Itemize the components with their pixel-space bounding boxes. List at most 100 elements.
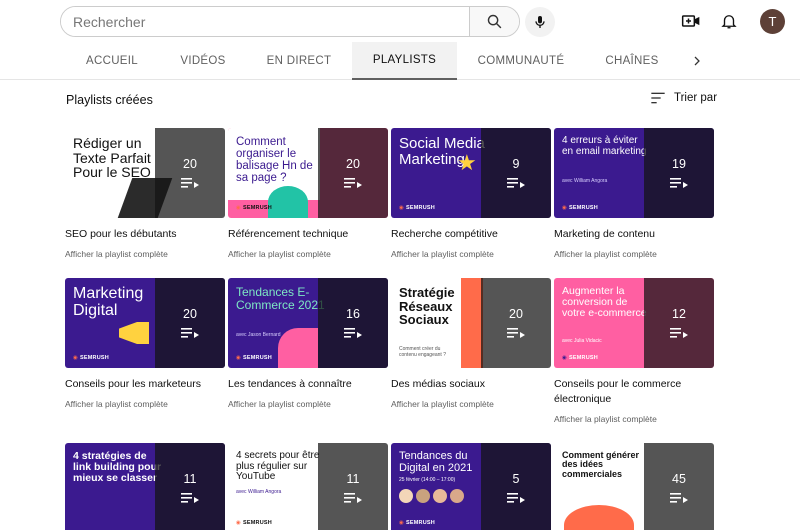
megaphone-icon	[119, 322, 149, 344]
sort-icon	[651, 92, 665, 104]
semrush-logo: ◉ SEMRUSH	[562, 355, 598, 361]
thumbnail-subtitle: avec William Angora	[236, 489, 282, 495]
voice-search-button[interactable]	[525, 7, 555, 37]
playlist-card[interactable]: Stratégie Réseaux Sociaux Comment créer …	[391, 278, 551, 409]
semrush-logo: ◉ SEMRUSH	[236, 355, 272, 361]
video-count: 11	[346, 472, 360, 486]
playlist-card[interactable]: Marketing Digital ◉ SEMRUSH 20 Conseils p…	[65, 278, 225, 409]
view-full-playlist-link[interactable]: Afficher la playlist complète	[554, 249, 714, 259]
playlist-play-icon	[507, 493, 525, 503]
playlist-overlay: 11	[318, 443, 388, 530]
playlist-title[interactable]: Recherche compétitive	[391, 227, 551, 242]
notifications-button[interactable]	[718, 10, 740, 32]
thumbnail-title: Tendances E-Commerce 2021	[236, 285, 325, 312]
tab-en-direct[interactable]: EN DIRECT	[250, 42, 348, 80]
tab-communaute[interactable]: COMMUNAUTÉ	[466, 42, 576, 80]
create-video-button[interactable]	[680, 10, 702, 32]
semrush-logo: ◉ SEMRUSH	[73, 355, 109, 361]
view-full-playlist-link[interactable]: Afficher la playlist complète	[391, 249, 551, 259]
playlist-thumbnail[interactable]: 4 stratégies de link building pour mieux…	[65, 443, 225, 530]
view-full-playlist-link[interactable]: Afficher la playlist complète	[391, 399, 551, 409]
speaker-avatars	[399, 489, 464, 503]
thumbnail-title: Rédiger un Texte Parfait Pour le SEO	[73, 135, 151, 181]
playlist-thumbnail[interactable]: Tendances E-Commerce 2021 avec Jason Ber…	[228, 278, 388, 368]
tab-playlists[interactable]: PLAYLISTS	[352, 42, 457, 80]
playlist-card[interactable]: Comment organiser le balisage Hn de sa p…	[228, 128, 388, 259]
view-full-playlist-link[interactable]: Afficher la playlist complète	[554, 414, 714, 424]
tabs-next-button[interactable]	[686, 50, 708, 72]
playlist-thumbnail[interactable]: Social Media Marketing ★ ◉ SEMRUSH 9	[391, 128, 551, 218]
playlist-card[interactable]: Comment générer des idées commerciales 4…	[554, 443, 714, 530]
playlist-thumbnail[interactable]: 4 erreurs à éviter en email marketing av…	[554, 128, 714, 218]
video-count: 11	[183, 472, 197, 486]
playlist-card[interactable]: Tendances E-Commerce 2021 avec Jason Ber…	[228, 278, 388, 409]
semrush-logo: ◉ SEMRUSH	[236, 520, 272, 526]
thumbnail-title: 4 stratégies de link building pour mieux…	[73, 450, 162, 485]
thumbnail-graphic	[268, 186, 308, 218]
view-full-playlist-link[interactable]: Afficher la playlist complète	[228, 249, 388, 259]
microphone-icon	[535, 16, 545, 28]
bell-icon	[721, 15, 737, 29]
playlist-thumbnail[interactable]: Marketing Digital ◉ SEMRUSH 20	[65, 278, 225, 368]
playlist-overlay: 9	[481, 128, 551, 218]
playlist-thumbnail[interactable]: Comment organiser le balisage Hn de sa p…	[228, 128, 388, 218]
semrush-logo: ◉ SEMRUSH	[236, 205, 272, 211]
search-input[interactable]	[61, 7, 469, 36]
thumbnail-title: Comment générer des idées commerciales	[562, 450, 640, 479]
playlist-card[interactable]: 4 secrets pour être plus régulier sur Yo…	[228, 443, 388, 530]
playlist-thumbnail[interactable]: Tendances du Digital en 2021 25 février …	[391, 443, 551, 530]
view-full-playlist-link[interactable]: Afficher la playlist complète	[65, 249, 225, 259]
playlist-title[interactable]: Des médias sociaux	[391, 377, 551, 392]
semrush-logo: ◉ SEMRUSH	[399, 205, 435, 211]
playlist-card[interactable]: 4 erreurs à éviter en email marketing av…	[554, 128, 714, 259]
playlist-title[interactable]: Référencement technique	[228, 227, 388, 242]
playlist-play-icon	[344, 493, 362, 503]
playlist-overlay: 45	[644, 443, 714, 530]
speaker-avatar	[433, 489, 447, 503]
star-icon: ★	[457, 150, 477, 175]
sort-label: Trier par	[674, 92, 718, 104]
playlist-card[interactable]: Tendances du Digital en 2021 25 février …	[391, 443, 551, 530]
sort-button[interactable]: Trier par	[650, 91, 717, 105]
playlist-thumbnail[interactable]: Rédiger un Texte Parfait Pour le SEO 20	[65, 128, 225, 218]
playlist-title[interactable]: Les tendances à connaître	[228, 377, 388, 392]
search-button[interactable]	[469, 7, 519, 36]
tab-videos[interactable]: VIDÉOS	[160, 42, 246, 80]
section-title: Playlists créées	[66, 93, 153, 107]
semrush-logo: ◉ SEMRUSH	[562, 205, 598, 211]
playlist-card[interactable]: Rédiger un Texte Parfait Pour le SEO 20 …	[65, 128, 225, 259]
playlist-overlay: 12	[644, 278, 714, 368]
view-full-playlist-link[interactable]: Afficher la playlist complète	[65, 399, 225, 409]
video-count: 16	[346, 307, 360, 321]
avatar[interactable]: T	[760, 9, 785, 34]
playlist-overlay: 20	[155, 128, 225, 218]
playlist-thumbnail[interactable]: Stratégie Réseaux Sociaux Comment créer …	[391, 278, 551, 368]
video-count: 20	[346, 157, 360, 171]
playlist-thumbnail[interactable]: Augmenter la conversion de votre e-comme…	[554, 278, 714, 368]
playlist-play-icon	[181, 328, 199, 338]
playlist-title[interactable]: Marketing de contenu	[554, 227, 714, 242]
playlist-title[interactable]: Conseils pour le commerce électronique	[554, 377, 714, 407]
tab-accueil[interactable]: ACCUEIL	[66, 42, 158, 80]
playlist-card[interactable]: Augmenter la conversion de votre e-comme…	[554, 278, 714, 424]
playlist-overlay: 20	[318, 128, 388, 218]
playlist-play-icon	[344, 328, 362, 338]
channel-tabs: ACCUEIL VIDÉOS EN DIRECT PLAYLISTS COMMU…	[0, 42, 800, 80]
playlist-title[interactable]: SEO pour les débutants	[65, 227, 225, 242]
view-full-playlist-link[interactable]: Afficher la playlist complète	[228, 399, 388, 409]
thumbnail-title: Augmenter la conversion de votre e-comme…	[562, 285, 647, 320]
playlist-thumbnail[interactable]: 4 secrets pour être plus régulier sur Yo…	[228, 443, 388, 530]
video-count: 9	[512, 157, 520, 171]
search-box	[60, 6, 520, 37]
top-bar: T	[0, 0, 800, 42]
tab-chaines[interactable]: CHAÎNES	[588, 42, 676, 80]
video-count: 45	[672, 472, 686, 486]
playlist-card[interactable]: 4 stratégies de link building pour mieux…	[65, 443, 225, 530]
semrush-logo: ◉ SEMRUSH	[399, 520, 435, 526]
playlist-title[interactable]: Conseils pour les marketeurs	[65, 377, 225, 392]
playlist-card[interactable]: Social Media Marketing ★ ◉ SEMRUSH 9 Rech…	[391, 128, 551, 259]
playlist-overlay: 5	[481, 443, 551, 530]
video-count: 20	[183, 307, 197, 321]
playlist-thumbnail[interactable]: Comment générer des idées commerciales 4…	[554, 443, 714, 530]
thumbnail-graphic	[564, 505, 634, 530]
